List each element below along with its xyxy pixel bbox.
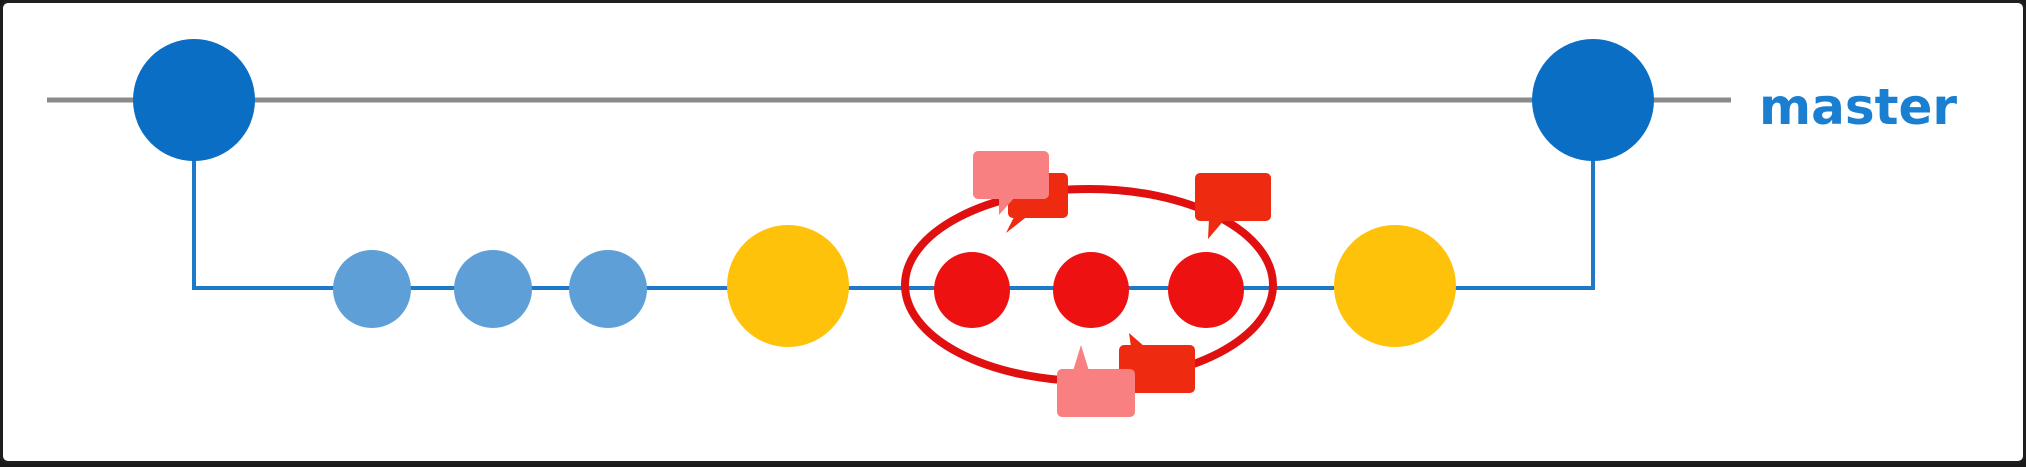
highlight-commit-3 [1168, 252, 1244, 328]
master-branch-label: master [1759, 78, 1957, 136]
merge-commit-right [1334, 225, 1456, 347]
highlight-commit-1 [934, 252, 1010, 328]
master-commit-start [133, 39, 255, 161]
git-branch-diagram: master [47, 39, 1957, 417]
merge-commit-left [727, 225, 849, 347]
feature-commit-2 [454, 250, 532, 328]
highlight-commit-2 [1053, 252, 1129, 328]
feature-commit-1 [333, 250, 411, 328]
feature-commit-3 [569, 250, 647, 328]
diagram-frame: master [0, 0, 2026, 464]
master-commit-end [1532, 39, 1654, 161]
